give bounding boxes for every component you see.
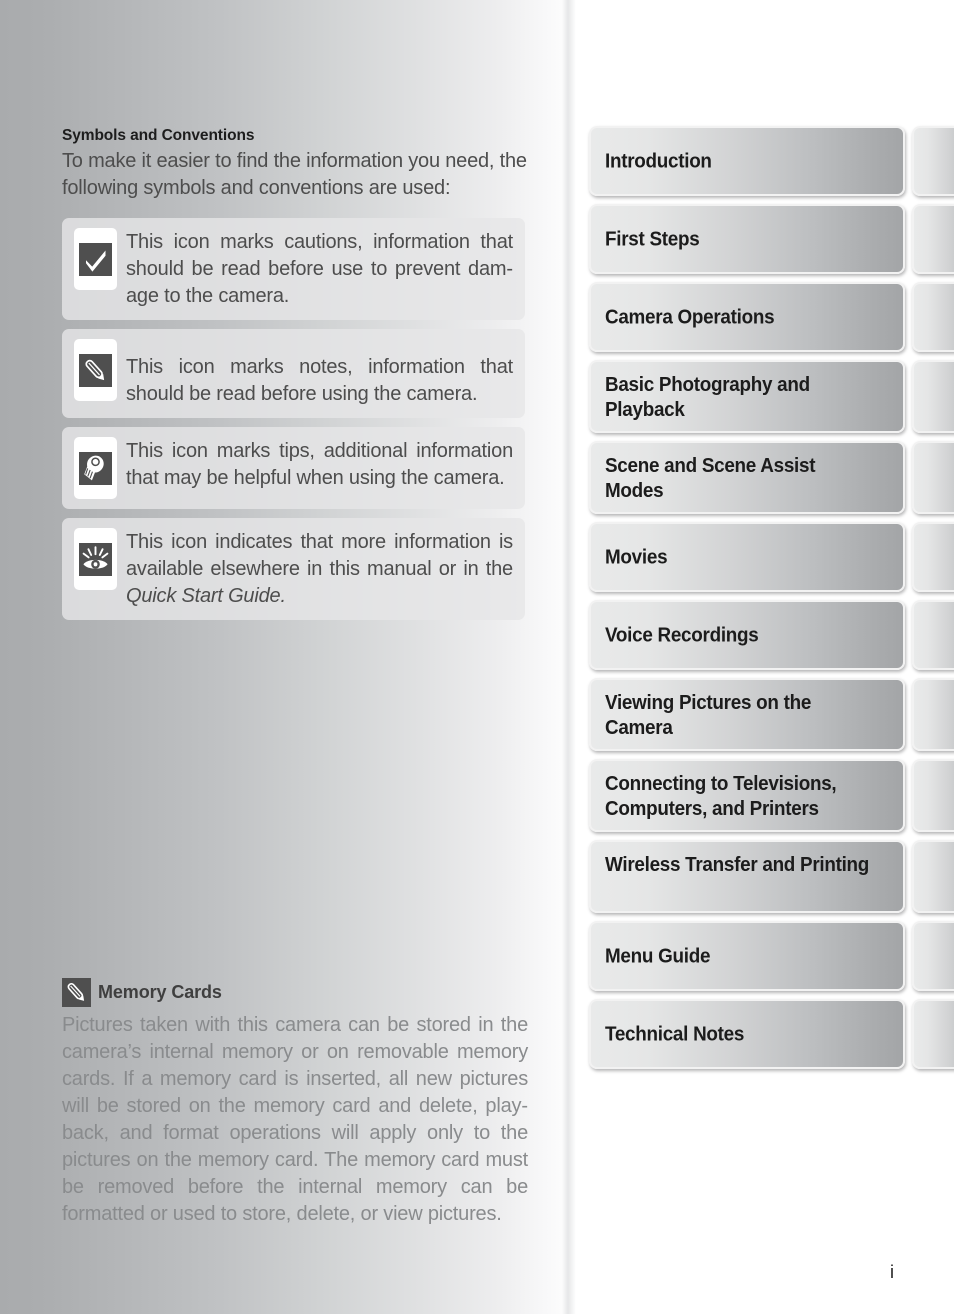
- tab-face[interactable]: Scene and Scene Assist Modes: [589, 441, 905, 514]
- checkmark-icon: [79, 242, 112, 276]
- eye-icon: [79, 542, 112, 576]
- tab-label: Camera Operations: [605, 305, 775, 329]
- legend-item-text: This icon marks tips, additional informa…: [126, 440, 513, 489]
- tab-label: Wireless Transfer and Printing: [605, 853, 870, 876]
- legend-item-text: This icon marks notes, information that …: [126, 356, 513, 405]
- tab-label: Voice Recordings: [605, 623, 759, 647]
- chapter-tab-first-steps[interactable]: First Steps: [589, 204, 954, 274]
- note-body-text: Pictures taken with this camera can be s…: [62, 1014, 528, 1225]
- legend-item-reference: This icon indicates that more informatio…: [62, 518, 525, 620]
- chapter-tab-wireless-transfer-and-printing[interactable]: Wireless Transfer and Printing: [589, 840, 954, 913]
- tab-edge-continuation: [912, 759, 954, 832]
- tab-label: Technical Notes: [605, 1022, 745, 1046]
- legend-item-text: This icon marks cautions, information th…: [126, 231, 513, 307]
- legend-text-plain: This icon indicates that more informatio…: [126, 531, 513, 580]
- tab-face[interactable]: Menu Guide: [589, 921, 905, 991]
- chapter-tab-viewing-pictures-on-the-camera[interactable]: Viewing Pictures on the Camera: [589, 678, 954, 751]
- page-number: i: [890, 1262, 894, 1282]
- icon-plate: [74, 339, 117, 401]
- tab-face[interactable]: Camera Operations: [589, 282, 905, 352]
- page-title: Symbols and Conventions: [62, 127, 255, 144]
- intro-paragraph: To make it easier to find the informatio…: [62, 150, 527, 199]
- icon-plate: [74, 528, 117, 590]
- legend-item-note: This icon marks notes, information that …: [62, 329, 525, 418]
- chapter-tab-camera-operations[interactable]: Camera Operations: [589, 282, 954, 352]
- tab-edge-continuation: [912, 204, 954, 274]
- tab-face[interactable]: Basic Photography and Playback: [589, 360, 905, 433]
- lightbulb-icon: [79, 451, 112, 485]
- tab-edge-continuation: [912, 921, 954, 991]
- tab-edge-continuation: [912, 840, 954, 913]
- tab-label: Viewing Pictures on the Camera: [605, 691, 812, 739]
- chapter-tab-technical-notes[interactable]: Technical Notes: [589, 999, 954, 1069]
- tab-label: First Steps: [605, 227, 700, 251]
- chapter-tab-connecting-to-televisions-computers-and-printers[interactable]: Connecting to Televisions, Computers, an…: [589, 759, 954, 832]
- tab-face[interactable]: Connecting to Televisions, Computers, an…: [589, 759, 905, 832]
- tab-edge-continuation: [912, 999, 954, 1069]
- tab-edge-continuation: [912, 126, 954, 196]
- tab-label: Basic Photography and Playback: [605, 373, 810, 421]
- pencil-icon: [79, 353, 112, 387]
- tab-label: Movies: [605, 545, 668, 569]
- memory-cards-note: Memory Cards Pictures taken with this ca…: [62, 978, 528, 1228]
- tab-edge-continuation: [912, 522, 954, 592]
- tab-face[interactable]: Wireless Transfer and Printing: [589, 840, 905, 913]
- tab-face[interactable]: Voice Recordings: [589, 600, 905, 670]
- chapter-tab-voice-recordings[interactable]: Voice Recordings: [589, 600, 954, 670]
- legend-text-italic-title: Quick Start Guide.: [126, 585, 286, 607]
- tab-face[interactable]: Introduction: [589, 126, 905, 196]
- tab-edge-continuation: [912, 600, 954, 670]
- chapter-tab-introduction[interactable]: Introduction: [589, 126, 954, 196]
- tab-label: Menu Guide: [605, 944, 711, 968]
- tab-face[interactable]: Viewing Pictures on the Camera: [589, 678, 905, 751]
- tab-face[interactable]: Movies: [589, 522, 905, 592]
- chapter-tab-list: Introduction First Steps Camera Operatio…: [589, 126, 954, 1077]
- left-content-column: Symbols and Conventions To make it easie…: [62, 126, 528, 629]
- legend-item-tip: This icon marks tips, additional informa…: [62, 427, 525, 509]
- chapter-tab-scene-and-scene-assist-modes[interactable]: Scene and Scene Assist Modes: [589, 441, 954, 514]
- pencil-icon: [62, 978, 91, 1007]
- tab-edge-continuation: [912, 282, 954, 352]
- icon-plate: [74, 437, 117, 499]
- chapter-tab-basic-photography-and-playback[interactable]: Basic Photography and Playback: [589, 360, 954, 433]
- note-heading-row: Memory Cards: [62, 978, 528, 1007]
- tab-edge-continuation: [912, 360, 954, 433]
- symbol-legend-list: This icon marks cautions, information th…: [62, 218, 528, 620]
- tab-edge-continuation: [912, 441, 954, 514]
- icon-plate: [74, 228, 117, 290]
- legend-item-caution: This icon marks cautions, information th…: [62, 218, 525, 320]
- tab-face[interactable]: Technical Notes: [589, 999, 905, 1069]
- note-title: Memory Cards: [98, 982, 222, 1002]
- chapter-tab-menu-guide[interactable]: Menu Guide: [589, 921, 954, 991]
- chapter-tab-movies[interactable]: Movies: [589, 522, 954, 592]
- tab-label: Scene and Scene Assist Modes: [605, 454, 816, 502]
- legend-item-text: This icon indicates that more informatio…: [126, 528, 513, 610]
- tab-face[interactable]: First Steps: [589, 204, 905, 274]
- tab-edge-continuation: [912, 678, 954, 751]
- tab-label: Introduction: [605, 149, 712, 173]
- tab-label: Connecting to Televisions, Computers, an…: [605, 772, 837, 820]
